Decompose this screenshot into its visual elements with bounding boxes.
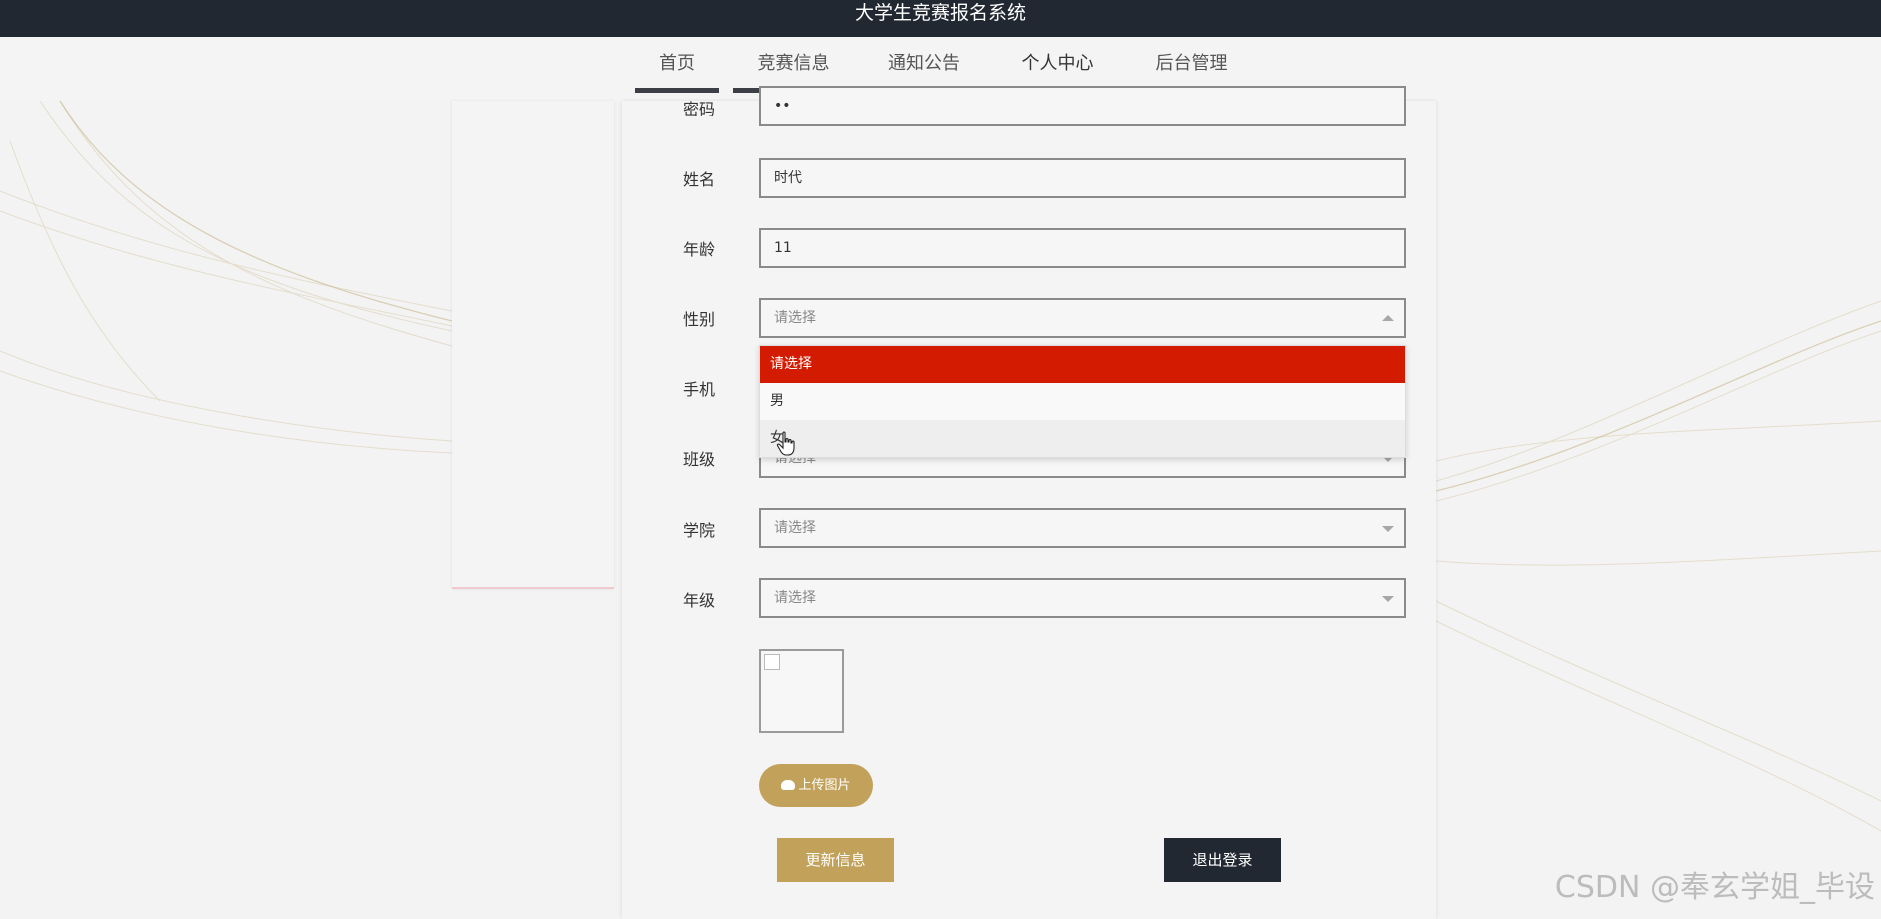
- chevron-down-icon: [1382, 526, 1394, 532]
- nav-item-label: 竞赛信息: [757, 53, 830, 74]
- phone-label: 手机: [683, 380, 716, 399]
- update-info-button[interactable]: 更新信息: [777, 838, 894, 882]
- broken-image-icon: [764, 654, 780, 670]
- upload-button-label: 上传图片: [798, 778, 851, 793]
- logout-button[interactable]: 退出登录: [1164, 838, 1281, 882]
- left-side-card: [452, 101, 614, 589]
- grade-label: 年级: [683, 591, 716, 610]
- chevron-down-icon: [1382, 596, 1394, 602]
- upload-image-button[interactable]: 上传图片: [759, 764, 873, 807]
- chevron-up-icon: [1382, 315, 1394, 321]
- top-header: 大学生竞赛报名系统: [0, 0, 1881, 37]
- class-label: 班级: [683, 450, 716, 469]
- grade-select[interactable]: 请选择: [759, 578, 1406, 618]
- name-field[interactable]: 时代: [759, 158, 1406, 198]
- gender-option-placeholder[interactable]: 请选择: [760, 346, 1405, 383]
- gender-select-value: 请选择: [774, 310, 816, 326]
- avatar-image-preview: [759, 649, 844, 733]
- hand-cursor-icon: [776, 431, 795, 456]
- nav-item-home[interactable]: 首页: [635, 49, 719, 101]
- name-label: 姓名: [683, 170, 716, 189]
- watermark-text: CSDN @奉玄学姐_毕设: [1554, 870, 1875, 905]
- nav-item-label: 通知公告: [888, 53, 960, 74]
- nav-underline: [635, 88, 719, 93]
- college-label: 学院: [683, 521, 716, 540]
- nav-item-label: 后台管理: [1155, 53, 1228, 74]
- gender-option-female[interactable]: 女: [760, 420, 1405, 457]
- app-title: 大学生竞赛报名系统: [854, 2, 1026, 24]
- age-field[interactable]: 11: [759, 228, 1406, 268]
- college-select-value: 请选择: [774, 520, 816, 536]
- college-select[interactable]: 请选择: [759, 508, 1406, 548]
- gender-select[interactable]: 请选择: [759, 298, 1406, 338]
- age-label: 年龄: [683, 240, 716, 259]
- password-label: 密码: [683, 100, 716, 116]
- cloud-upload-icon: [781, 780, 796, 790]
- gender-dropdown-menu: 请选择 男 女: [759, 345, 1406, 458]
- gender-label: 性别: [683, 310, 716, 329]
- gender-option-male[interactable]: 男: [760, 383, 1405, 420]
- grade-select-value: 请选择: [774, 590, 816, 606]
- nav-item-label: 首页: [659, 53, 695, 74]
- password-field[interactable]: ••: [759, 86, 1406, 126]
- nav-item-label: 个人中心: [1021, 53, 1094, 74]
